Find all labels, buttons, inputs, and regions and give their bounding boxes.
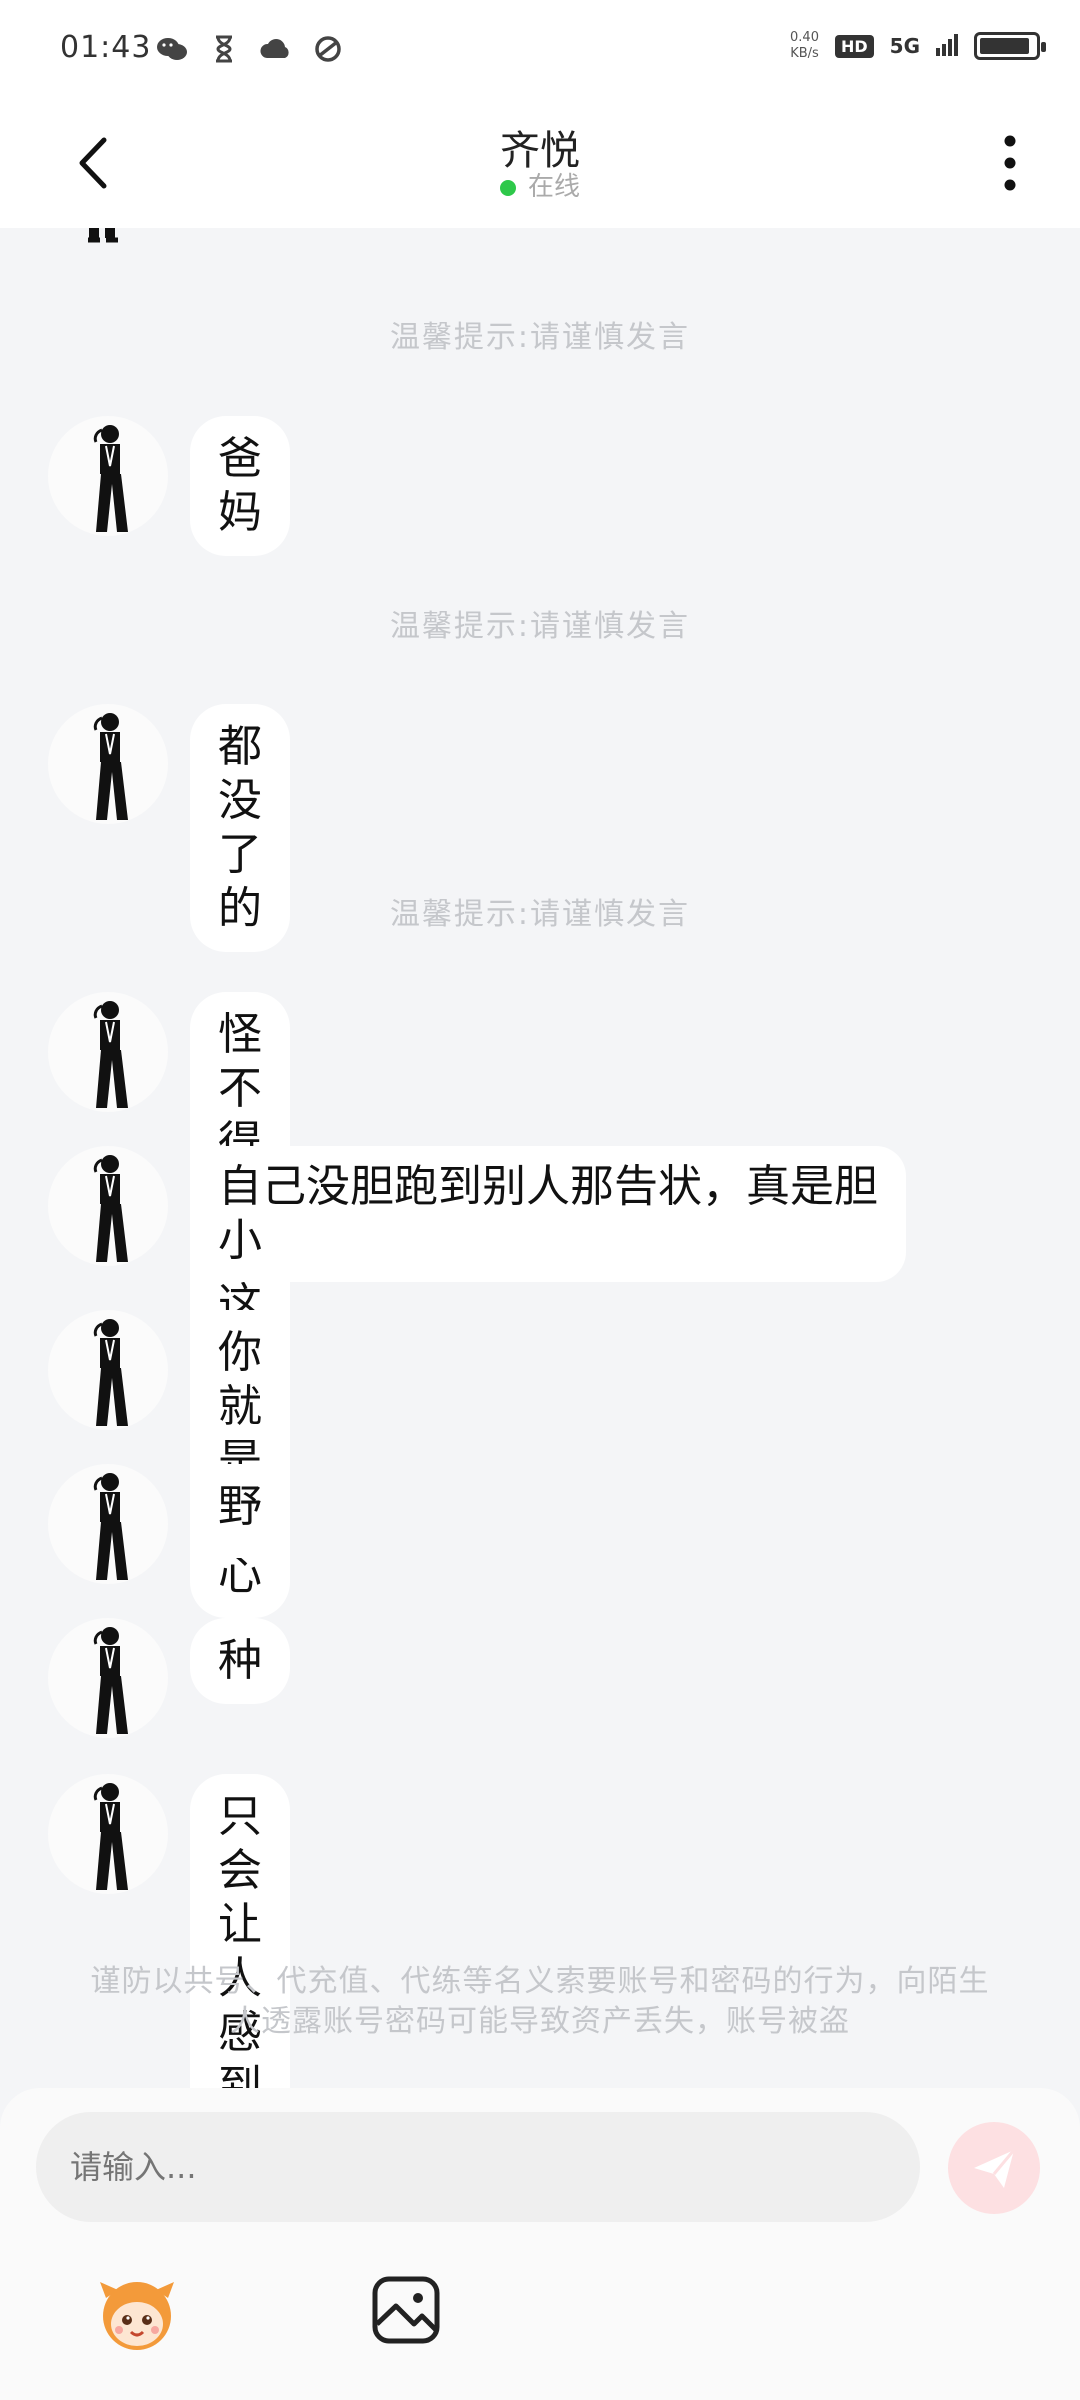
- emoji-button[interactable]: [92, 2268, 182, 2358]
- avatar-figure-icon: [93, 1001, 128, 1108]
- signal-icon: [936, 32, 958, 60]
- hd-badge: HD: [834, 34, 874, 58]
- send-button[interactable]: [948, 2122, 1040, 2214]
- avatar-figure-icon: [93, 1473, 128, 1580]
- online-dot: [499, 179, 516, 196]
- security-warning: 谨防以共号、代充值、代练等名义索要账号和密码的行为，向陌生人透露账号密码可能导致…: [90, 1964, 990, 2039]
- avatar[interactable]: [48, 992, 168, 1112]
- message-bubble[interactable]: 野: [190, 1464, 290, 1550]
- image-icon: [372, 2276, 440, 2344]
- message-composer: [0, 2088, 1080, 2400]
- status-left-icons: [155, 34, 345, 64]
- avatar[interactable]: [48, 416, 168, 536]
- emoji-mascot-icon: [100, 2282, 174, 2350]
- message-input[interactable]: [36, 2112, 920, 2222]
- net-speed-unit: KB/s: [790, 46, 819, 61]
- warm-tip: 温馨提示:请谨慎发言: [389, 320, 691, 355]
- more-button[interactable]: [980, 128, 1040, 198]
- hourglass-icon: [207, 34, 241, 64]
- chat-messages[interactable]: 温馨提示:请谨慎发言 爸妈 温馨提示:请谨慎发言 都没了的 温馨提示:请谨慎发言…: [0, 228, 1080, 2088]
- online-status: 在线: [0, 166, 1080, 203]
- cloud-icon: [259, 34, 293, 64]
- signal-label: 5G: [889, 34, 920, 58]
- avatar[interactable]: [48, 1310, 168, 1430]
- avatar-figure-icon: [93, 1319, 128, 1426]
- network-speed: 0.40 KB/s: [790, 30, 819, 62]
- avatar[interactable]: [48, 1146, 168, 1266]
- wechat-icon: [155, 34, 189, 64]
- avatar[interactable]: [48, 704, 168, 824]
- avatar[interactable]: [48, 1464, 168, 1584]
- avatar-figure-icon: [93, 1783, 128, 1890]
- avatar-figure-icon: [93, 1155, 128, 1262]
- sync-icon: [311, 34, 345, 64]
- more-vertical-icon: [1004, 135, 1016, 191]
- avatar: [80, 228, 150, 248]
- avatar-figure-icon: [93, 1627, 128, 1734]
- send-icon: [974, 2149, 1016, 2188]
- message-bubble[interactable]: 自己没胆跑到别人那告状，真是胆小: [190, 1146, 906, 1282]
- message-bubble[interactable]: 爸妈: [190, 416, 290, 556]
- online-status-label: 在线: [527, 172, 580, 202]
- status-right-icons: 0.40 KB/s HD 5G: [790, 30, 1046, 62]
- battery-icon: [974, 32, 1046, 60]
- avatar[interactable]: [48, 1618, 168, 1738]
- chat-header: 齐悦 在线: [0, 100, 1080, 228]
- message-bubble[interactable]: 种: [190, 1618, 290, 1704]
- battery-level: [980, 38, 1029, 54]
- avatar[interactable]: [48, 1774, 168, 1894]
- avatar-figure-icon: [93, 713, 128, 820]
- avatar-figure-icon: [93, 425, 128, 532]
- status-bar: 01:43 0.40 KB/s HD 5G: [0, 0, 1080, 100]
- warm-tip: 温馨提示:请谨慎发言: [389, 897, 691, 932]
- image-button[interactable]: [370, 2274, 442, 2346]
- status-time: 01:43: [60, 30, 152, 65]
- warm-tip: 温馨提示:请谨慎发言: [389, 609, 691, 644]
- net-speed-value: 0.40: [790, 30, 819, 45]
